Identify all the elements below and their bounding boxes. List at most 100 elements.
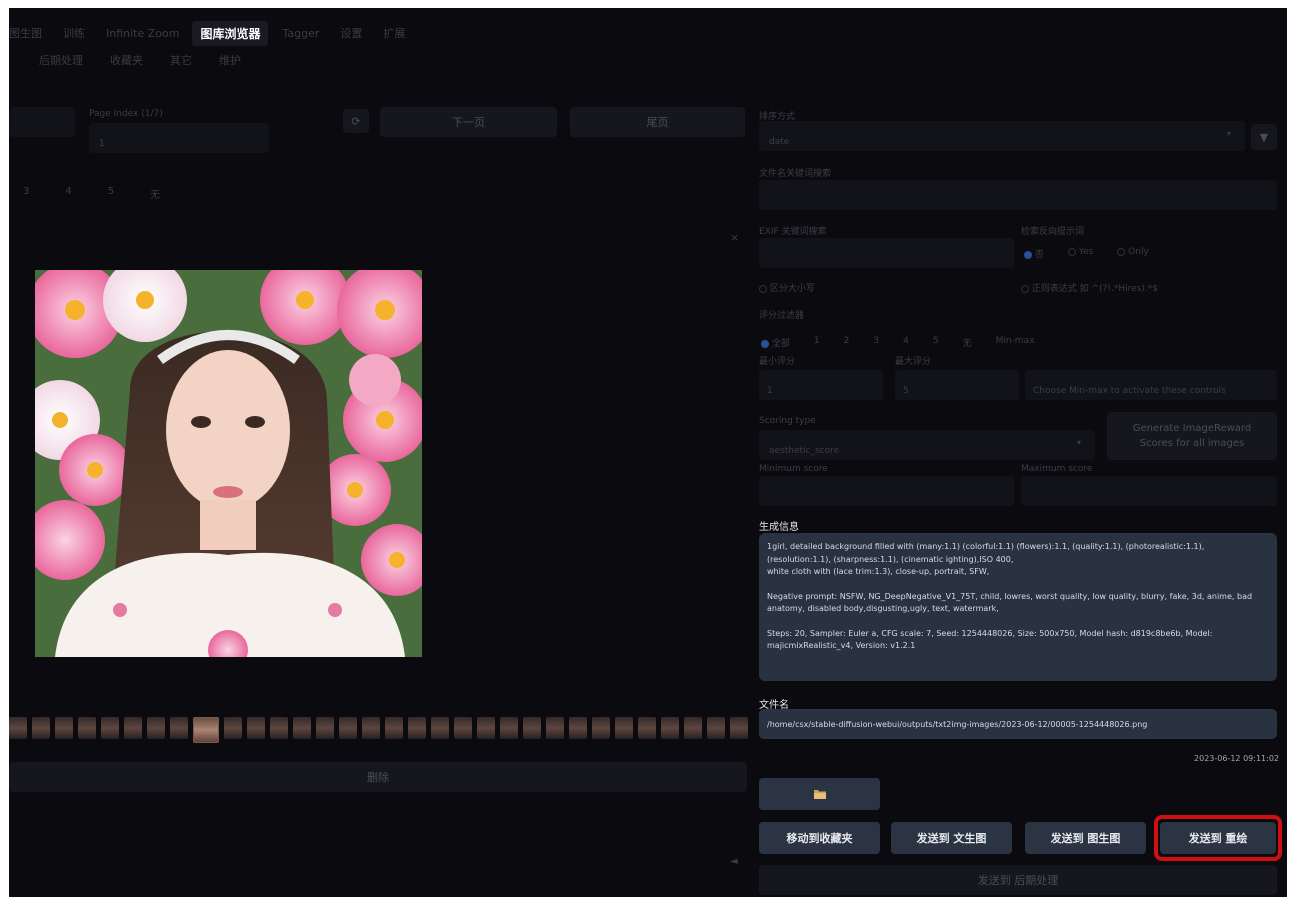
thumbnail[interactable]	[546, 717, 564, 739]
negative-prompt-text: Negative prompt: NSFW, NG_DeepNegative_V…	[767, 591, 1253, 614]
minimum-score-input[interactable]	[759, 476, 1014, 506]
refresh-icon: ⟳	[351, 114, 361, 128]
thumbnail[interactable]	[638, 717, 656, 739]
negative-search-options: 否 Yes Only	[1024, 247, 1149, 260]
tab-extensions[interactable]: 扩展	[383, 25, 405, 41]
collapse-arrow-icon[interactable]: ◄	[730, 856, 738, 867]
thumbnail[interactable]	[32, 717, 50, 739]
chevron-down-icon: ▾	[1226, 129, 1231, 138]
maximum-score-input[interactable]	[1021, 476, 1277, 506]
move-to-favorites-button[interactable]: 移动到收藏夹	[759, 822, 880, 854]
thumbnail[interactable]	[500, 717, 518, 739]
thumbnail[interactable]	[224, 717, 242, 739]
page-tab-5[interactable]: 5	[108, 186, 114, 201]
thumbnail-strip	[9, 717, 749, 745]
tab-infinite-zoom[interactable]: Infinite Zoom	[106, 27, 179, 40]
thumbnail[interactable]	[707, 717, 725, 739]
refresh-button[interactable]: ⟳	[343, 109, 369, 133]
thumbnail[interactable]	[477, 717, 495, 739]
rank-all[interactable]: 全部	[761, 336, 790, 349]
filename-field[interactable]: /home/csx/stable-diffusion-webui/outputs…	[759, 709, 1277, 739]
thumbnail[interactable]	[293, 717, 311, 739]
radio-selected-icon	[1024, 250, 1032, 259]
page-index-input[interactable]: 1	[89, 123, 269, 153]
thumbnail[interactable]	[9, 717, 27, 739]
min-ranking-input[interactable]: 1	[759, 370, 883, 400]
prompt-text: 1girl, detailed background filled with (…	[767, 542, 1205, 564]
generate-imagereward-button[interactable]: Generate ImageReward Scores for all imag…	[1107, 412, 1277, 460]
thumbnail[interactable]	[316, 717, 334, 739]
thumbnail[interactable]	[339, 717, 357, 739]
thumbnail[interactable]	[523, 717, 541, 739]
rank-2[interactable]: 2	[844, 336, 850, 349]
first-page-button[interactable]	[9, 107, 75, 137]
thumbnail-selected[interactable]	[193, 717, 219, 743]
page-tab-4[interactable]: 4	[65, 186, 71, 201]
thumbnail[interactable]	[730, 717, 748, 739]
page-tab-none[interactable]: 无	[150, 186, 160, 201]
thumbnail[interactable]	[362, 717, 380, 739]
subtab-favorites[interactable]: 收藏夹	[110, 52, 143, 68]
thumbnail[interactable]	[661, 717, 679, 739]
close-icon[interactable]: ×	[730, 231, 739, 244]
open-folder-button[interactable]	[759, 778, 880, 810]
thumbnail[interactable]	[101, 717, 119, 739]
send-to-txt2img-button[interactable]: 发送到 文生图	[891, 822, 1012, 854]
thumbnail[interactable]	[124, 717, 142, 739]
thumbnail[interactable]	[170, 717, 188, 739]
send-to-img2img-button[interactable]: 发送到 图生图	[1025, 822, 1146, 854]
page-tab-3[interactable]: 3	[23, 186, 29, 201]
sort-down-icon: ▼	[1259, 130, 1269, 144]
last-page-button[interactable]: 尾页	[570, 107, 745, 137]
rank-4[interactable]: 4	[903, 336, 909, 349]
neg-option-yes[interactable]: Yes	[1067, 247, 1093, 260]
thumbnail[interactable]	[569, 717, 587, 739]
rank-5[interactable]: 5	[933, 336, 939, 349]
regex-option[interactable]: 正则表达式 如 ^(?!.*Hires).*$	[1021, 281, 1158, 294]
rank-minmax[interactable]: Min-max	[996, 336, 1035, 349]
rank-1[interactable]: 1	[814, 336, 820, 349]
thumbnail[interactable]	[408, 717, 426, 739]
neg-option-only[interactable]: Only	[1117, 247, 1149, 260]
tab-img2img[interactable]: 图生图	[9, 25, 42, 41]
rank-3[interactable]: 3	[873, 336, 879, 349]
thumbnail[interactable]	[615, 717, 633, 739]
subtab-extras[interactable]: 后期处理	[39, 52, 83, 68]
delete-button[interactable]: 删除	[9, 762, 747, 792]
tab-image-browser[interactable]: 图库浏览器	[192, 20, 269, 46]
thumbnail[interactable]	[431, 717, 449, 739]
case-sensitive-option[interactable]: 区分大小写	[759, 281, 815, 294]
subtab-others[interactable]: 其它	[170, 52, 192, 68]
tab-settings[interactable]: 设置	[340, 25, 362, 41]
next-page-button[interactable]: 下一页	[380, 107, 557, 137]
scoring-type-select[interactable]: aesthetic_score ▾	[759, 430, 1095, 460]
exif-search-input[interactable]	[759, 238, 1014, 268]
checkbox-icon	[1021, 284, 1029, 293]
thumbnail[interactable]	[247, 717, 265, 739]
preview-image[interactable]	[35, 270, 422, 657]
neg-option-no[interactable]: 否	[1024, 247, 1044, 260]
filename-search-input[interactable]	[759, 180, 1277, 210]
sort-select[interactable]: date ▾	[759, 121, 1245, 151]
thumbnail[interactable]	[684, 717, 702, 739]
sort-order-button[interactable]: ▼	[1251, 124, 1277, 150]
subtab-maintenance[interactable]: 维护	[219, 52, 241, 68]
thumbnail[interactable]	[385, 717, 403, 739]
tab-tagger[interactable]: Tagger	[282, 27, 319, 40]
thumbnail[interactable]	[147, 717, 165, 739]
send-to-extras-button[interactable]: 发送到 后期处理	[759, 865, 1277, 895]
ranking-filter-label: 评分过滤器	[759, 311, 805, 321]
rank-none[interactable]: 无	[963, 336, 972, 349]
thumbnail[interactable]	[55, 717, 73, 739]
max-ranking-input[interactable]: 5	[895, 370, 1019, 400]
scoring-type-label: Scoring type	[759, 416, 816, 426]
thumbnail[interactable]	[270, 717, 288, 739]
thumbnail[interactable]	[592, 717, 610, 739]
tab-train[interactable]: 训练	[63, 25, 85, 41]
ranking-options: 全部 1 2 3 4 5 无 Min-max	[761, 336, 1034, 349]
thumbnail[interactable]	[78, 717, 96, 739]
radio-icon	[1117, 247, 1126, 256]
thumbnail[interactable]	[454, 717, 472, 739]
radio-icon	[1067, 247, 1076, 256]
generation-info-textbox[interactable]: 1girl, detailed background filled with (…	[759, 533, 1277, 681]
